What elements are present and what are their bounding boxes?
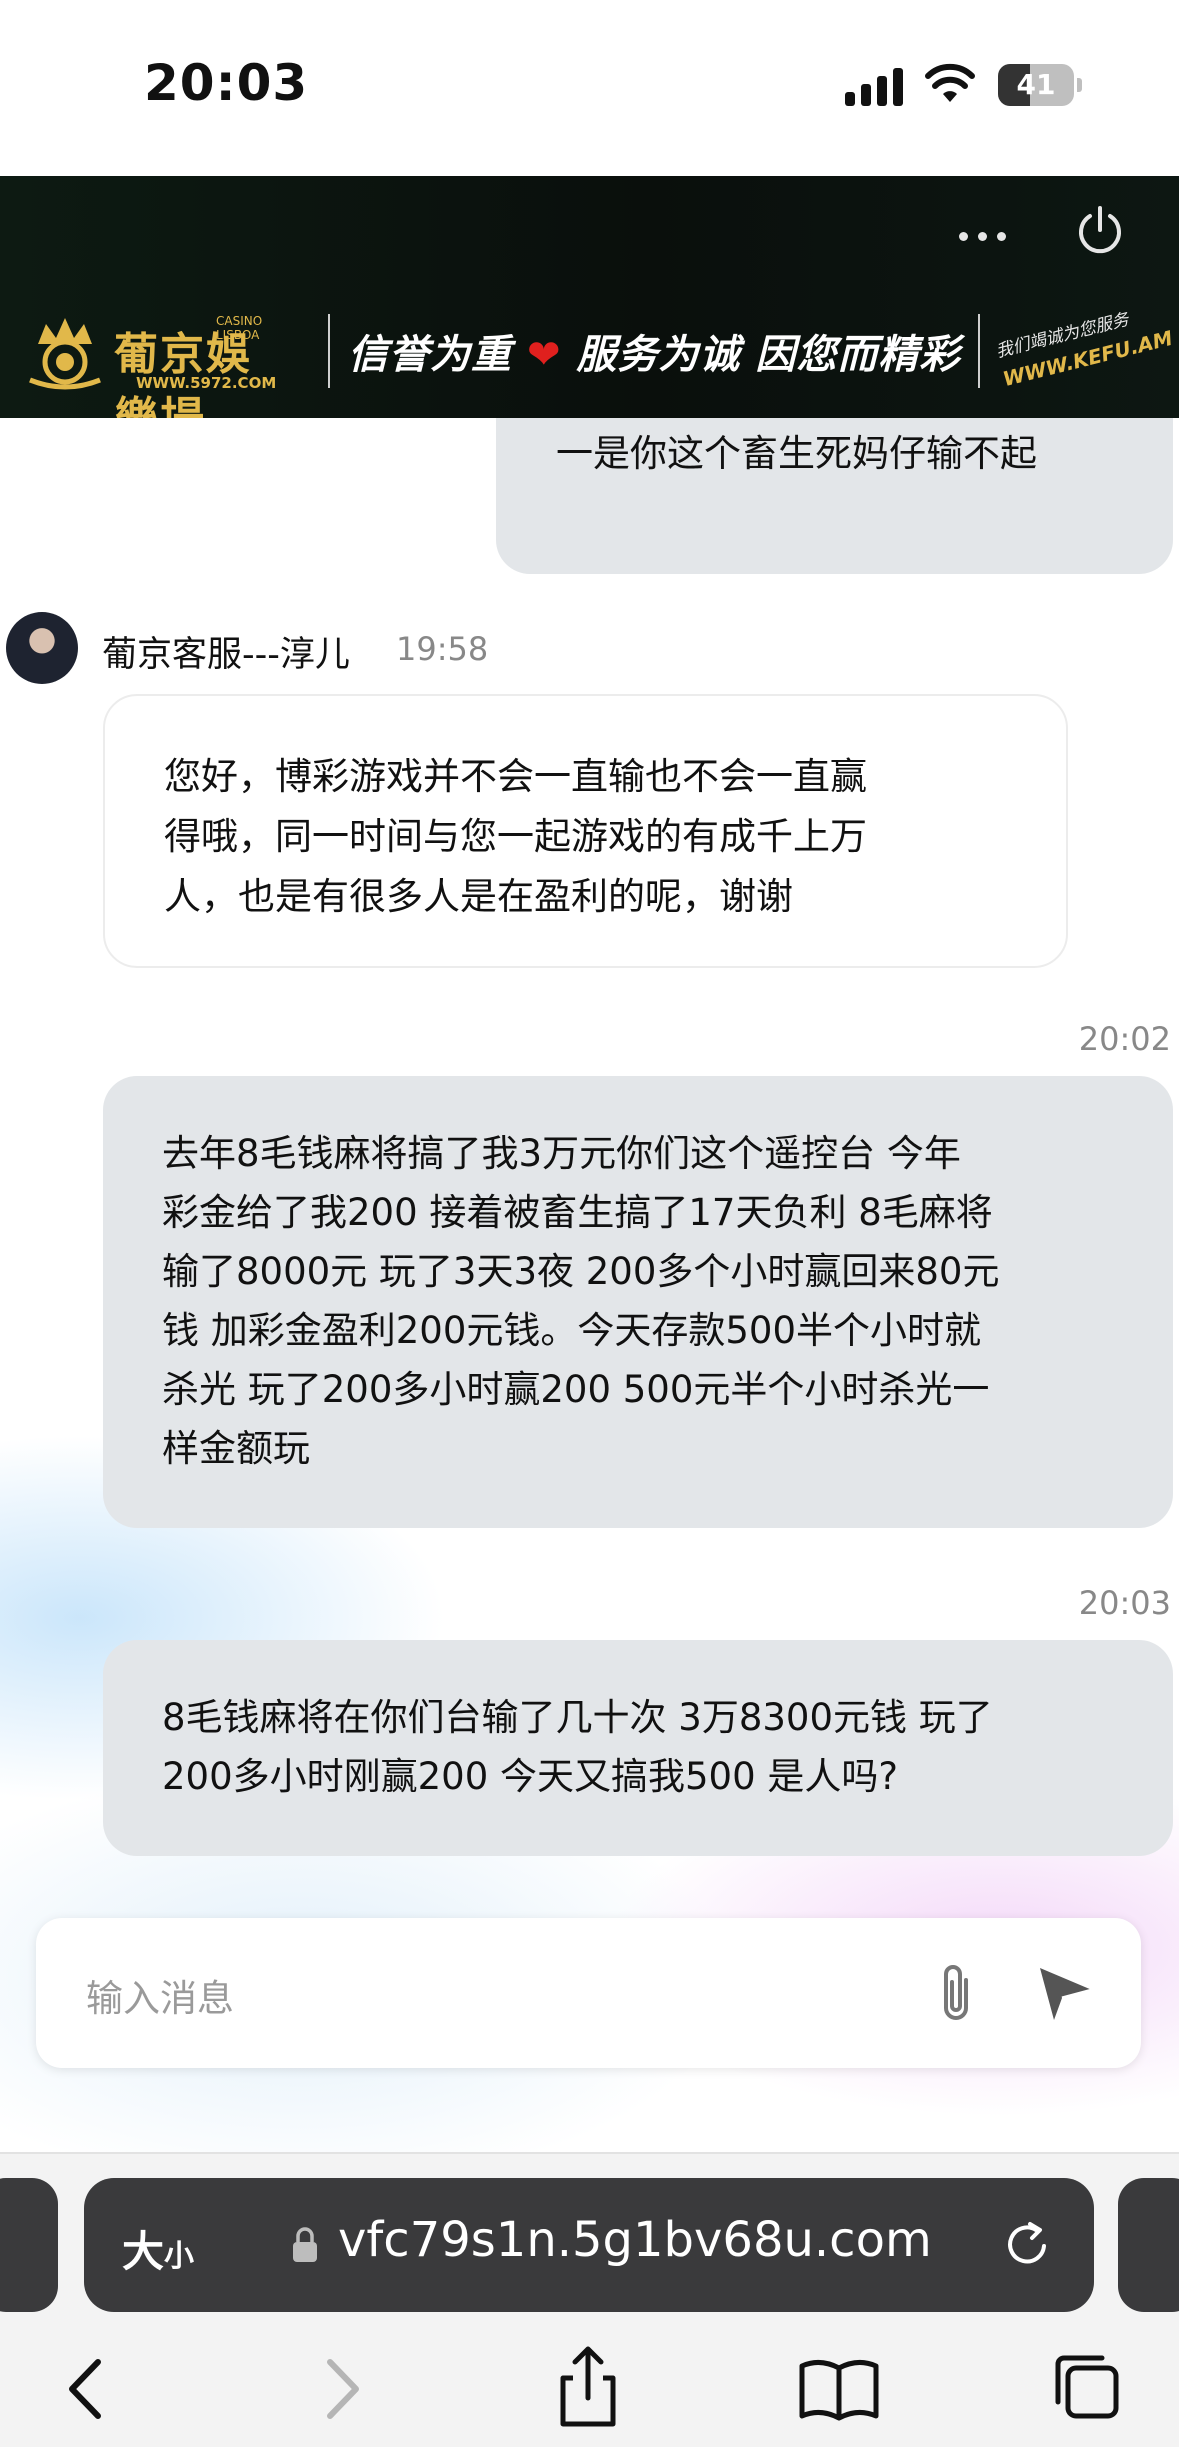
user-message-line: 彩金给了我200 接着被畜生搞了17天负利 8毛麻将 xyxy=(162,1191,993,1234)
power-icon[interactable] xyxy=(1072,202,1128,258)
previous-tab-preview[interactable] xyxy=(0,2178,58,2312)
user-message-line: 样金额玩 xyxy=(162,1427,310,1470)
user-message-line: 输了8000元 玩了3天3夜 200多个小时赢回来80元 xyxy=(162,1250,1000,1293)
user-message-line: 200多小时刚赢200 今天又搞我500 是人吗? xyxy=(162,1755,899,1798)
slogan: 信誉为重 ❤ 服务为诚 因您而精彩 xyxy=(348,322,960,380)
address-bar[interactable]: 大小 vfc79s1n.5g1bv68u.com xyxy=(84,2178,1094,2312)
cellular-signal-icon xyxy=(845,66,905,106)
heart-icon: ❤ xyxy=(526,332,562,378)
user-message-bubble: 去年8毛钱麻将搞了我3万元你们这个遥控台 今年 彩金给了我200 接着被畜生搞了… xyxy=(103,1076,1173,1528)
user-message-bubble: 8毛钱麻将在你们台输了几十次 3万8300元钱 玩了 200多小时刚赢200 今… xyxy=(103,1640,1173,1856)
next-tab-preview[interactable] xyxy=(1118,2178,1179,2312)
send-icon[interactable] xyxy=(1032,1958,1098,2024)
agent-message-line: 得哦，同一时间与您一起游戏的有成千上万 xyxy=(164,815,867,858)
agent-name: 葡京客服---淳儿 xyxy=(102,635,350,675)
user-message-line: 去年8毛钱麻将搞了我3万元你们这个遥控台 今年 xyxy=(162,1132,961,1175)
status-time: 20:03 xyxy=(144,54,309,112)
browser-chrome: 大小 vfc79s1n.5g1bv68u.com xyxy=(0,2152,1179,2447)
message-time: 20:03 xyxy=(1078,1584,1171,1622)
user-message-text: 一是你这个畜生死妈仔输不起 xyxy=(556,432,1037,475)
casino-logo: 葡京娛樂場 CASINO LISBOA WWW.5972.COM xyxy=(20,308,290,418)
forward-icon[interactable] xyxy=(296,2344,386,2434)
text-size-label-big: 大 xyxy=(122,2227,165,2276)
paperclip-icon[interactable] xyxy=(924,1958,988,2028)
back-icon[interactable] xyxy=(42,2344,132,2434)
share-icon[interactable] xyxy=(543,2344,633,2434)
message-time: 20:02 xyxy=(1078,1020,1171,1058)
bookmarks-icon[interactable] xyxy=(794,2344,884,2434)
more-options-button[interactable] xyxy=(955,226,1011,246)
agent-avatar[interactable] xyxy=(6,612,78,684)
url-text[interactable]: vfc79s1n.5g1bv68u.com xyxy=(338,2212,932,2268)
browser-toolbar xyxy=(0,2344,1179,2447)
user-message-line: 钱 加彩金盈利200元钱。今天存款500半个小时就 xyxy=(162,1309,982,1352)
kefu-tag: 我们竭诚为您服务 WWW.KEFU.AM xyxy=(993,297,1177,416)
battery-level: 41 xyxy=(1016,68,1056,101)
message-input-bar[interactable]: 输入消息 xyxy=(36,1918,1141,2068)
user-message-line: 8毛钱麻将在你们台输了几十次 3万8300元钱 玩了 xyxy=(162,1696,993,1739)
user-message-line: 杀光 玩了200多小时赢200 500元半个小时杀光一 xyxy=(162,1368,990,1411)
status-bar: 20:03 41 xyxy=(0,0,1179,176)
logo-url: WWW.5972.COM xyxy=(136,374,277,392)
lock-icon xyxy=(293,2227,317,2262)
agent-message-line: 人，也是有很多人是在盈利的呢，谢谢 xyxy=(164,875,793,918)
agent-message-line: 您好，博彩游戏并不会一直输也不会一直赢 xyxy=(164,755,867,798)
agent-message-time: 19:58 xyxy=(396,630,489,668)
text-size-label-small: 小 xyxy=(164,2239,195,2274)
reload-icon[interactable] xyxy=(998,2216,1056,2274)
crown-emblem-icon xyxy=(29,318,101,390)
wifi-icon xyxy=(925,63,975,102)
agent-message-bubble: 您好，博彩游戏并不会一直输也不会一直赢 得哦，同一时间与您一起游戏的有成千上万 … xyxy=(103,694,1068,968)
user-message-bubble: 一是你这个畜生死妈仔输不起 xyxy=(496,418,1173,574)
slogan-box: 信誉为重 ❤ 服务为诚 因您而精彩 xyxy=(328,314,980,388)
slogan-part2: 服务为诚 因您而精彩 xyxy=(576,332,961,378)
slogan-part1: 信誉为重 xyxy=(348,332,512,378)
battery-icon: 41 xyxy=(998,64,1074,106)
logo-english-name: CASINO LISBOA xyxy=(216,314,263,342)
casino-banner: 葡京娛樂場 CASINO LISBOA WWW.5972.COM 信誉为重 ❤ … xyxy=(0,176,1179,418)
message-input[interactable]: 输入消息 xyxy=(86,1968,234,2022)
text-size-button[interactable]: 大小 xyxy=(122,2218,194,2279)
tabs-icon[interactable] xyxy=(1044,2344,1134,2434)
battery-cap xyxy=(1077,78,1082,92)
chat-area[interactable]: 一是你这个畜生死妈仔输不起 葡京客服---淳儿 19:58 您好，博彩游戏并不会… xyxy=(0,418,1179,2152)
